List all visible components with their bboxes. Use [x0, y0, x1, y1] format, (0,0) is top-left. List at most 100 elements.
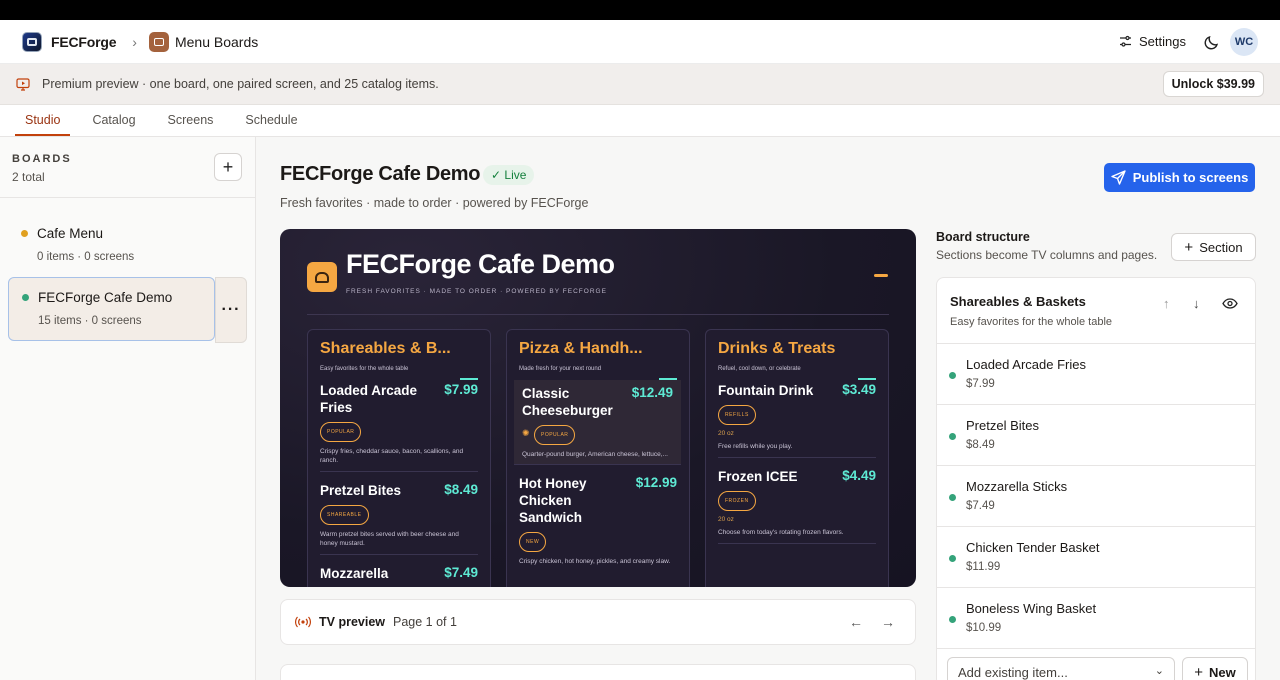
page-title: FECForge Cafe Demo [280, 163, 481, 185]
column-heading: Pizza & Handh... [519, 340, 643, 357]
item-name: Loaded Arcade Fries [966, 357, 1086, 372]
board-meta: 15 items · 0 screens [38, 315, 142, 327]
column-desc: Refuel, cool down, or celebrate [718, 366, 801, 372]
arrow-left-icon[interactable]: ← [849, 614, 863, 630]
item-name: Boneless Wing Basket [966, 601, 1097, 616]
item-price: $12.49 [631, 385, 673, 400]
column-desc: Made fresh for your next round [519, 366, 602, 372]
board-more-button[interactable]: ··· [215, 277, 247, 343]
item-price: $8.49 [966, 439, 995, 451]
item-tag: SHAREABLE [320, 505, 369, 525]
add-section-button[interactable]: + Section [1171, 233, 1256, 261]
tv-menu-item: Mozzarella $7.49 [320, 565, 478, 587]
tv-menu-item: Frozen ICEE $4.49 FROZEN 20 oz Choose fr… [718, 468, 876, 544]
status-dot [949, 433, 956, 440]
item-desc: Warm pretzel bites served with beer chee… [320, 531, 459, 547]
window-top-bar [0, 0, 1280, 20]
structure-title: Board structure [936, 230, 1030, 244]
tv-icon [16, 77, 30, 91]
list-item[interactable]: Boneless Wing Basket $10.99 [937, 588, 1255, 649]
tv-divider [307, 314, 889, 315]
tab-catalog[interactable]: Catalog [82, 113, 145, 136]
tab-studio[interactable]: Studio [15, 113, 71, 136]
banner-text: Premium preview · one board, one paired … [42, 77, 439, 91]
tv-column: Pizza & Handh... Made fresh for your nex… [506, 329, 690, 587]
breadcrumb-menu-boards[interactable]: Menu Boards [175, 34, 258, 50]
item-name: Loaded Arcade Fries [320, 383, 418, 415]
eye-icon[interactable] [1222, 298, 1238, 309]
boards-sidebar: BOARDS 2 total + Cafe Menu 0 items · 0 s… [0, 137, 256, 680]
arrow-right-icon[interactable]: → [881, 614, 895, 630]
avatar[interactable]: WC [1230, 27, 1258, 56]
item-desc: Free refills while you play. [718, 443, 793, 450]
status-dot [949, 372, 956, 379]
item-price: $7.99 [444, 382, 478, 397]
item-name: Mozzarella [320, 566, 389, 581]
publish-label: Publish to screens [1132, 170, 1249, 185]
section-desc: Easy favorites for the whole table [950, 316, 1113, 328]
item-desc: Quarter-pound burger, American cheese, l… [522, 451, 668, 458]
item-size: 20 oz [718, 430, 734, 437]
arrow-down-icon[interactable]: ↓ [1193, 296, 1200, 311]
section-btn-label: Section [1199, 239, 1243, 255]
board-meta: 0 items · 0 screens [37, 251, 135, 263]
list-item[interactable]: Mozzarella Sticks $7.49 [937, 466, 1255, 527]
unlock-button[interactable]: Unlock $39.99 [1162, 71, 1264, 97]
app-logo-icon[interactable] [22, 31, 42, 52]
item-size: 20 oz [718, 516, 734, 523]
item-name: Fountain Drink [718, 383, 814, 398]
tv-menu-item: Pretzel Bites $8.49 SHAREABLE Warm pretz… [320, 482, 478, 555]
page-indicator: Page 1 of 1 [393, 615, 457, 629]
item-desc: Crispy chicken, hot honey, pickles, and … [519, 558, 671, 565]
status-dot [22, 294, 29, 301]
board-item-fecforge-cafe-demo[interactable]: FECForge Cafe Demo 15 items · 0 screens [8, 277, 215, 341]
item-name: Hot Honey Chicken Sandwich [519, 476, 587, 525]
item-price: $10.99 [966, 622, 1002, 634]
item-price: $4.49 [842, 468, 876, 483]
list-item[interactable]: Pretzel Bites $8.49 [937, 405, 1255, 466]
item-tag: NEW [519, 532, 547, 552]
tab-bar: Studio Catalog Screens Schedule [0, 105, 1280, 137]
list-item[interactable]: Chicken Tender Basket $11.99 [937, 527, 1255, 588]
tv-title: FECForge Cafe Demo [346, 249, 615, 279]
moon-icon[interactable] [1204, 34, 1220, 50]
list-item[interactable]: Loaded Arcade Fries $7.99 [937, 344, 1255, 405]
boards-heading: BOARDS [12, 153, 72, 165]
tab-schedule[interactable]: Schedule [235, 113, 307, 136]
brand-name[interactable]: FECForge [51, 34, 116, 50]
preview-label: TV preview [319, 615, 385, 629]
lower-card [280, 664, 916, 680]
item-name: Classic Cheeseburger [522, 386, 613, 418]
tv-menu-item: Loaded Arcade Fries $7.99 POPULAR Crispy… [320, 382, 478, 472]
chevron-right-icon: › [132, 33, 137, 50]
settings-label: Settings [1139, 34, 1186, 49]
add-board-button[interactable]: + [214, 153, 242, 181]
item-name: Frozen ICEE [718, 469, 798, 484]
app-header: FECForge › Menu Boards Settings WC [0, 20, 1280, 64]
column-accent-bar [460, 378, 478, 380]
tv-column: Drinks & Treats Refuel, cool down, or ce… [705, 329, 889, 587]
broadcast-icon [295, 616, 311, 628]
studio-content: FECForge Cafe Demo ✓ Live Fresh favorite… [256, 137, 1280, 680]
column-heading: Drinks & Treats [718, 340, 836, 357]
page-subtitle: Fresh favorites · made to order · powere… [280, 196, 589, 210]
board-structure-header: Board structure Sections become TV colum… [936, 230, 1157, 262]
publish-button[interactable]: Publish to screens [1104, 163, 1255, 192]
status-dot [21, 230, 28, 237]
plus-icon: + [1194, 663, 1204, 680]
new-item-button[interactable]: + New [1182, 657, 1248, 680]
arrow-up-icon[interactable]: ↑ [1163, 296, 1170, 311]
add-existing-item-select[interactable]: Add existing item... ⌄ [947, 657, 1175, 680]
tab-screens[interactable]: Screens [158, 113, 224, 136]
status-dot [949, 616, 956, 623]
board-item-cafe-menu[interactable]: Cafe Menu 0 items · 0 screens [8, 214, 248, 278]
send-icon [1111, 170, 1126, 185]
tv-column: Shareables & B... Easy favorites for the… [307, 329, 491, 587]
settings-button[interactable]: Settings [1119, 34, 1186, 49]
tv-menu-item: Hot Honey Chicken Sandwich $12.99 NEW Cr… [519, 475, 677, 572]
item-name: Pretzel Bites [966, 418, 1039, 433]
item-tag: POPULAR [534, 425, 576, 445]
chef-hat-icon [307, 262, 337, 292]
sliders-icon [1120, 35, 1132, 47]
item-tag: REFILLS [718, 405, 756, 425]
